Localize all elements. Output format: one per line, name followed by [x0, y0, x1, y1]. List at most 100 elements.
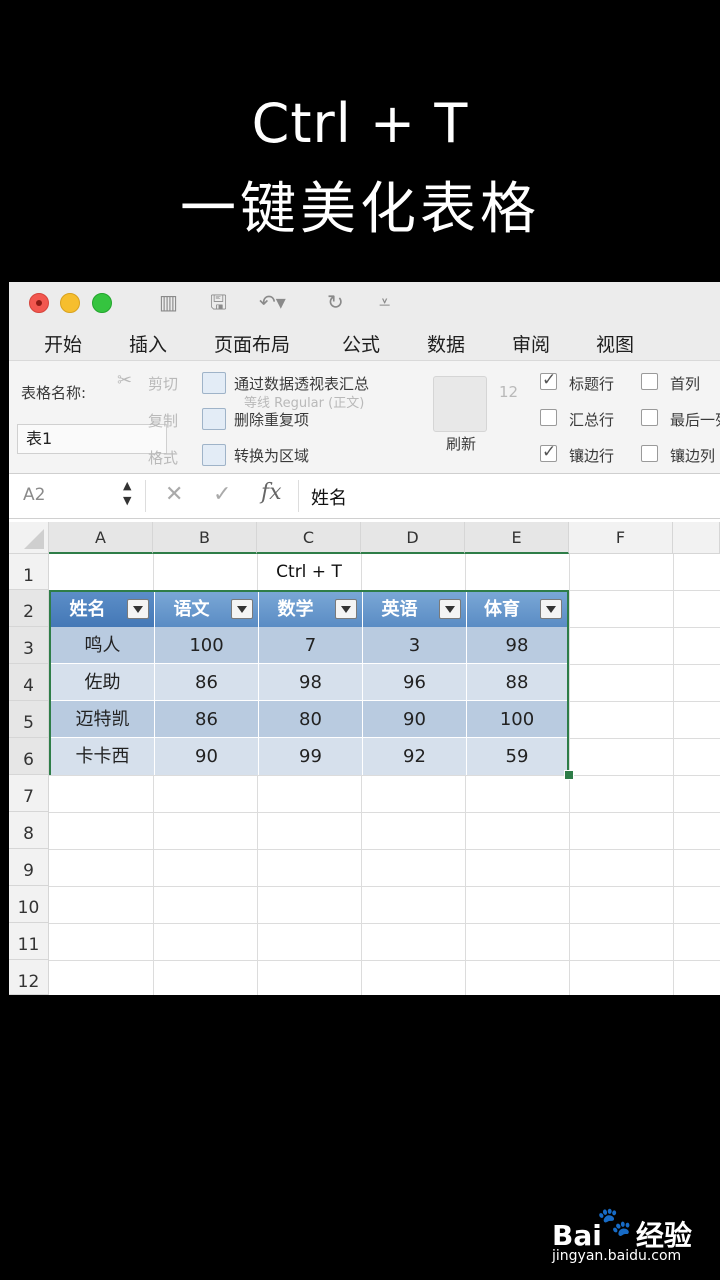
table-cell[interactable]: 98: [259, 664, 363, 701]
redo-icon[interactable]: ↻: [327, 290, 344, 314]
gridline: [49, 849, 720, 850]
table-header-cell[interactable]: 语文: [155, 592, 259, 627]
column-header-e[interactable]: E: [465, 522, 569, 554]
cancel-edit-icon[interactable]: ✕: [165, 482, 183, 507]
table-cell[interactable]: 86: [155, 701, 259, 738]
column-header-f[interactable]: F: [569, 522, 673, 554]
pivot-summary-icon: [202, 372, 226, 394]
filter-dropdown-icon[interactable]: [231, 599, 253, 619]
refresh-button[interactable]: 刷新: [446, 433, 476, 454]
table-cell[interactable]: 88: [467, 664, 567, 701]
save-icon[interactable]: 🖫: [210, 290, 227, 314]
banded-rows-checkbox[interactable]: [540, 442, 557, 462]
table-cell[interactable]: 7: [259, 627, 363, 664]
row-header-9[interactable]: 9: [9, 849, 49, 886]
tab-view[interactable]: 视图: [596, 330, 634, 357]
table-cell[interactable]: 86: [155, 664, 259, 701]
row-header-12[interactable]: 12: [9, 960, 49, 995]
row-header-6[interactable]: 6: [9, 738, 49, 775]
close-window-button[interactable]: [29, 293, 49, 313]
table-header-label: 姓名: [69, 599, 106, 620]
formatted-table[interactable]: 姓名 语文 数学 英语 体育 鸣人 100 7 3 98 佐助 86 98 96…: [49, 590, 569, 775]
tab-insert[interactable]: 插入: [129, 330, 167, 357]
column-header-next[interactable]: [673, 522, 720, 554]
table-cell[interactable]: 100: [467, 701, 567, 738]
total-row-checkbox[interactable]: [540, 409, 557, 426]
copy-label: 复制: [148, 412, 179, 430]
minimize-window-button[interactable]: [60, 293, 80, 313]
pivot-summary-button[interactable]: 通过数据透视表汇总: [234, 373, 369, 394]
table-cell[interactable]: 98: [467, 627, 567, 664]
table-cell[interactable]: 80: [259, 701, 363, 738]
row-header-1[interactable]: 1: [9, 554, 49, 590]
column-header-a[interactable]: A: [49, 522, 153, 554]
sidebar-toggle-icon[interactable]: ▥: [159, 290, 178, 314]
row-header-3[interactable]: 3: [9, 627, 49, 664]
table-cell[interactable]: 90: [155, 738, 259, 775]
customize-toolbar-icon[interactable]: ⩡: [379, 290, 390, 314]
row-header-7[interactable]: 7: [9, 775, 49, 812]
row-header-10[interactable]: 10: [9, 886, 49, 923]
header-row-checkbox[interactable]: [540, 370, 557, 390]
select-all-corner[interactable]: [9, 522, 49, 554]
row-header-5[interactable]: 5: [9, 701, 49, 738]
table-cell[interactable]: 90: [363, 701, 467, 738]
table-cell[interactable]: 100: [155, 627, 259, 664]
tab-formulas[interactable]: 公式: [342, 330, 380, 357]
name-box[interactable]: A2: [23, 485, 45, 505]
table-cell[interactable]: 佐助: [51, 664, 155, 701]
filter-dropdown-icon[interactable]: [335, 599, 357, 619]
merged-title-cell[interactable]: Ctrl + T: [49, 554, 569, 590]
confirm-edit-icon[interactable]: ✓: [213, 482, 231, 507]
table-cell[interactable]: 鸣人: [51, 627, 155, 664]
tab-data[interactable]: 数据: [427, 330, 465, 357]
formula-bar-divider: [145, 480, 146, 512]
cell-area[interactable]: Ctrl + T 姓名 语文 数学 英语 体育 鸣人 100 7 3 98 佐助…: [49, 554, 720, 995]
table-cell[interactable]: 卡卡西: [51, 738, 155, 775]
table-cell[interactable]: 99: [259, 738, 363, 775]
table-cell[interactable]: 迈特凯: [51, 701, 155, 738]
spreadsheet-grid[interactable]: A B C D E F 1 2 3 4 5 6 7 8 9 10 11 12 C…: [9, 522, 720, 995]
baidu-paw-icon: 🐾: [597, 1205, 632, 1238]
tab-page-layout[interactable]: 页面布局: [214, 330, 290, 357]
table-cell[interactable]: 92: [363, 738, 467, 775]
insert-function-icon[interactable]: fx: [261, 480, 282, 505]
convert-to-range-icon: [202, 444, 226, 466]
name-box-stepper-icon[interactable]: ▲ ▼: [123, 478, 131, 508]
table-header-cell[interactable]: 姓名: [51, 592, 155, 627]
row-header-2[interactable]: 2: [9, 590, 49, 627]
filter-dropdown-icon[interactable]: [127, 599, 149, 619]
formula-input[interactable]: 姓名: [311, 484, 347, 510]
overlay-title-shortcut: Ctrl + T: [251, 92, 469, 155]
table-header-label: 体育: [484, 599, 520, 620]
table-header-cell[interactable]: 体育: [467, 592, 567, 627]
table-header-cell[interactable]: 数学: [259, 592, 363, 627]
banded-columns-checkbox[interactable]: [641, 445, 658, 462]
format-label: 格式: [148, 449, 179, 467]
table-name-input[interactable]: 表1: [17, 424, 167, 454]
filter-dropdown-icon[interactable]: [439, 599, 461, 619]
row-header-4[interactable]: 4: [9, 664, 49, 701]
tab-review[interactable]: 审阅: [512, 330, 550, 357]
convert-to-range-button[interactable]: 转换为区域: [234, 445, 309, 466]
table-header-cell[interactable]: 英语: [363, 592, 467, 627]
remove-duplicates-button[interactable]: 删除重复项: [234, 409, 309, 430]
table-cell[interactable]: 96: [363, 664, 467, 701]
undo-icon[interactable]: ↶▾: [259, 290, 286, 314]
table-cell[interactable]: 59: [467, 738, 567, 775]
row-header-11[interactable]: 11: [9, 923, 49, 960]
zoom-window-button[interactable]: [92, 293, 112, 313]
column-header-d[interactable]: D: [361, 522, 465, 554]
table-name-label: 表格名称:: [21, 384, 87, 402]
watermark-url: jingyan.baidu.com: [552, 1248, 682, 1264]
ribbon-table-tools: 表格名称: 表1 ✂ 剪切 复制 格式 通过数据透视表汇总 删除重复项 转换为区…: [9, 361, 720, 474]
table-cell[interactable]: 3: [363, 627, 467, 664]
tab-home[interactable]: 开始: [44, 330, 82, 357]
first-column-checkbox[interactable]: [641, 373, 658, 390]
fill-handle[interactable]: [564, 770, 574, 780]
column-header-b[interactable]: B: [153, 522, 257, 554]
last-column-checkbox[interactable]: [641, 409, 658, 426]
row-header-8[interactable]: 8: [9, 812, 49, 849]
filter-dropdown-icon[interactable]: [540, 599, 562, 619]
column-header-c[interactable]: C: [257, 522, 361, 554]
